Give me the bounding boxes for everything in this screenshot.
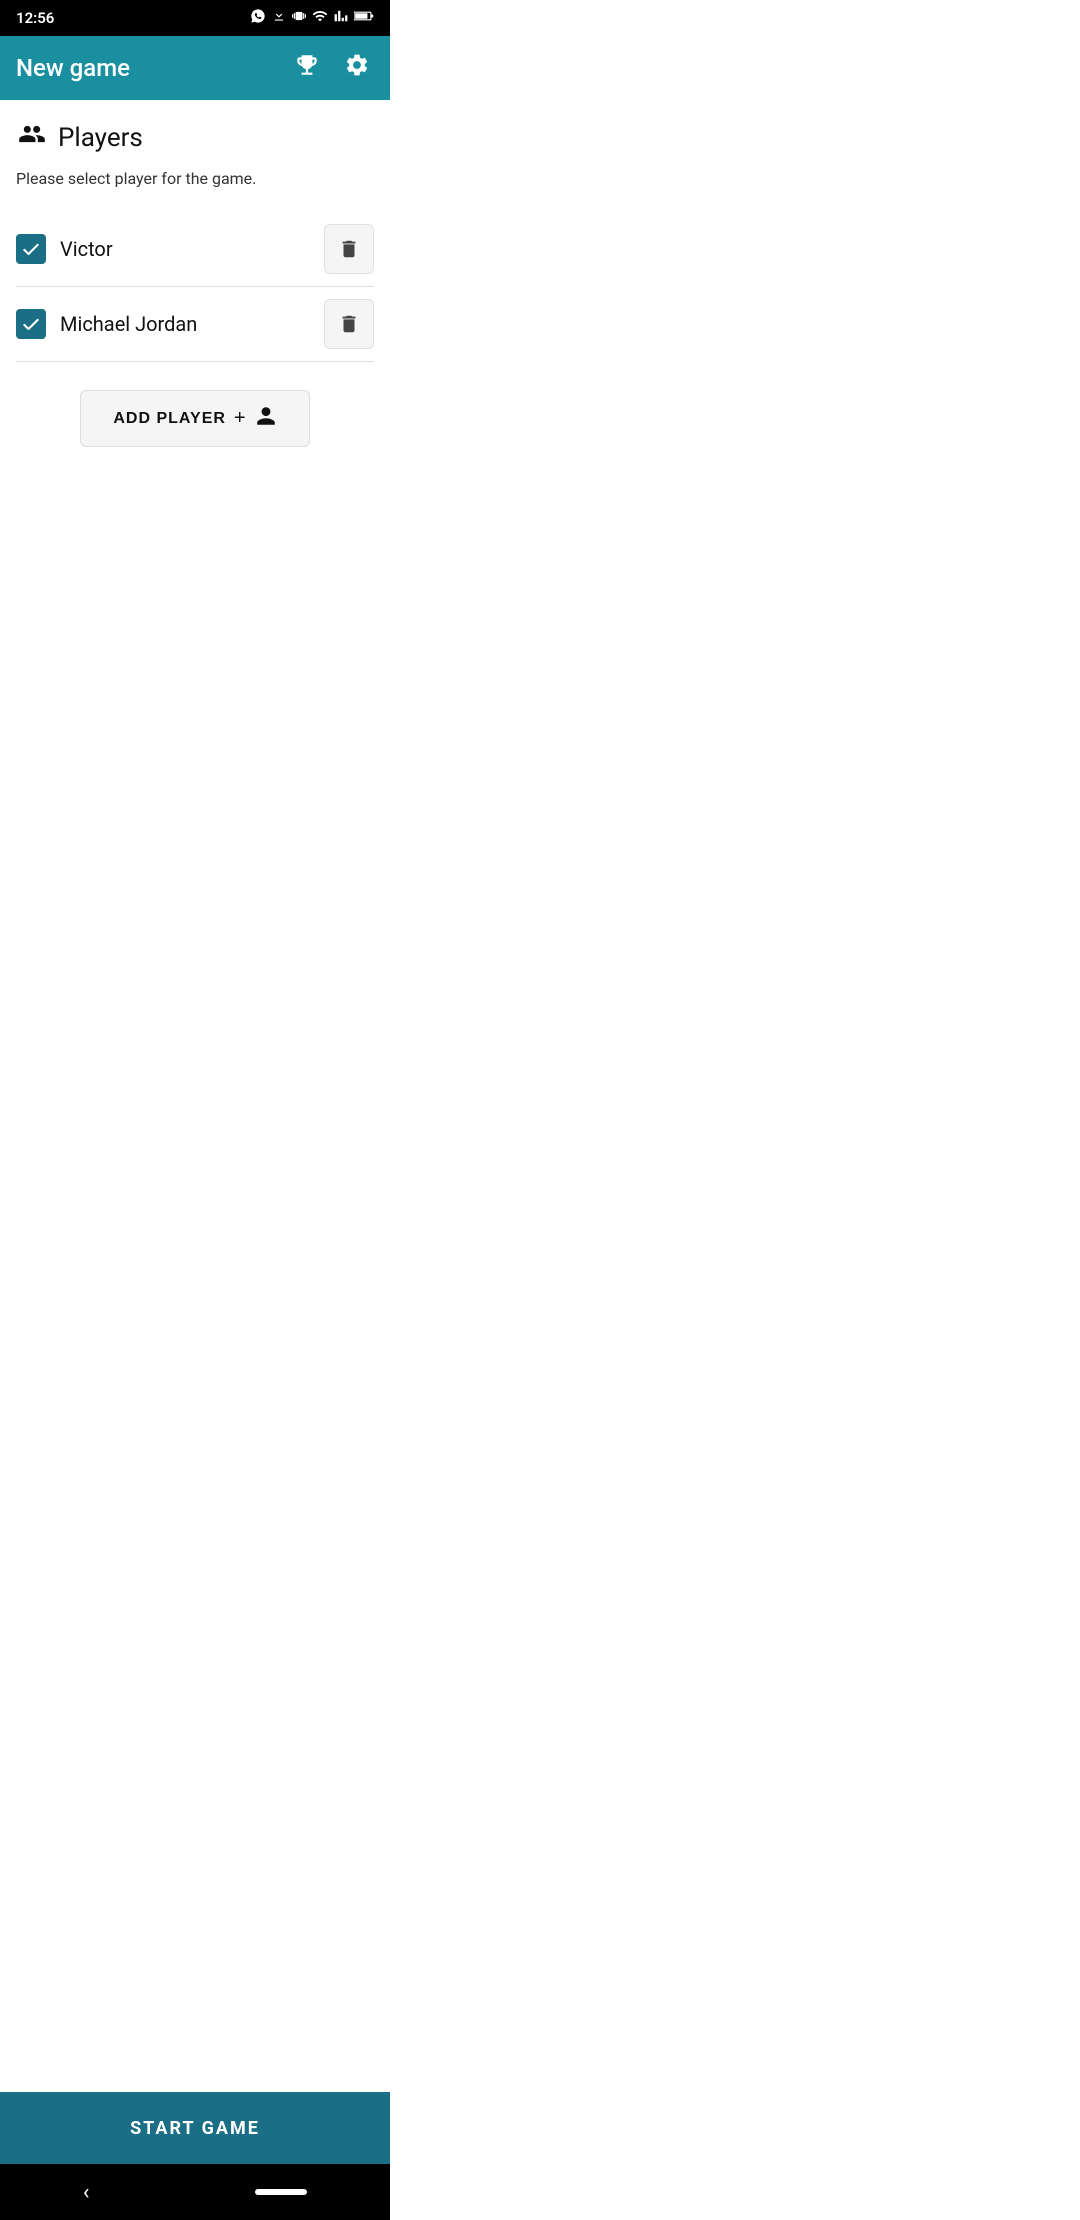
- home-indicator[interactable]: [255, 2189, 307, 2195]
- delete-player-michael-jordan-button[interactable]: [324, 299, 374, 349]
- trophy-icon[interactable]: [290, 48, 324, 88]
- back-button[interactable]: ‹: [83, 2180, 90, 2205]
- app-bar-actions: [290, 48, 374, 88]
- section-header: Players: [16, 120, 374, 155]
- status-bar: 12:56: [0, 0, 390, 36]
- download-icon: [272, 8, 286, 28]
- whatsapp-icon: [250, 8, 266, 28]
- section-description: Please select player for the game.: [16, 169, 374, 188]
- player-list: Victor Michael Jordan: [16, 212, 374, 362]
- add-person-icon: [255, 405, 277, 432]
- player-checkbox-victor[interactable]: [16, 234, 46, 264]
- battery-icon: [354, 10, 374, 26]
- players-section-title: Players: [58, 123, 143, 153]
- player-name-victor: Victor: [60, 237, 310, 261]
- signal-icon: [334, 8, 348, 28]
- main-content: Players Please select player for the gam…: [0, 100, 390, 2092]
- status-time: 12:56: [16, 9, 54, 27]
- add-player-label: ADD PLAYER: [113, 410, 226, 428]
- status-icons: [250, 8, 374, 28]
- delete-player-victor-button[interactable]: [324, 224, 374, 274]
- people-icon: [16, 120, 48, 155]
- app-bar: New game: [0, 36, 390, 100]
- settings-icon[interactable]: [340, 48, 374, 88]
- nav-bar: ‹: [0, 2164, 390, 2220]
- player-checkbox-michael-jordan[interactable]: [16, 309, 46, 339]
- start-game-button[interactable]: START GAME: [0, 2092, 390, 2164]
- player-item-victor: Victor: [16, 212, 374, 287]
- plus-icon: +: [234, 407, 247, 430]
- add-player-button[interactable]: ADD PLAYER +: [80, 390, 309, 447]
- start-game-label: START GAME: [130, 2118, 260, 2139]
- page-title: New game: [16, 54, 130, 82]
- vibrate-icon: [292, 8, 306, 28]
- player-item-michael-jordan: Michael Jordan: [16, 287, 374, 362]
- wifi-icon: [312, 8, 328, 28]
- player-name-michael-jordan: Michael Jordan: [60, 312, 310, 336]
